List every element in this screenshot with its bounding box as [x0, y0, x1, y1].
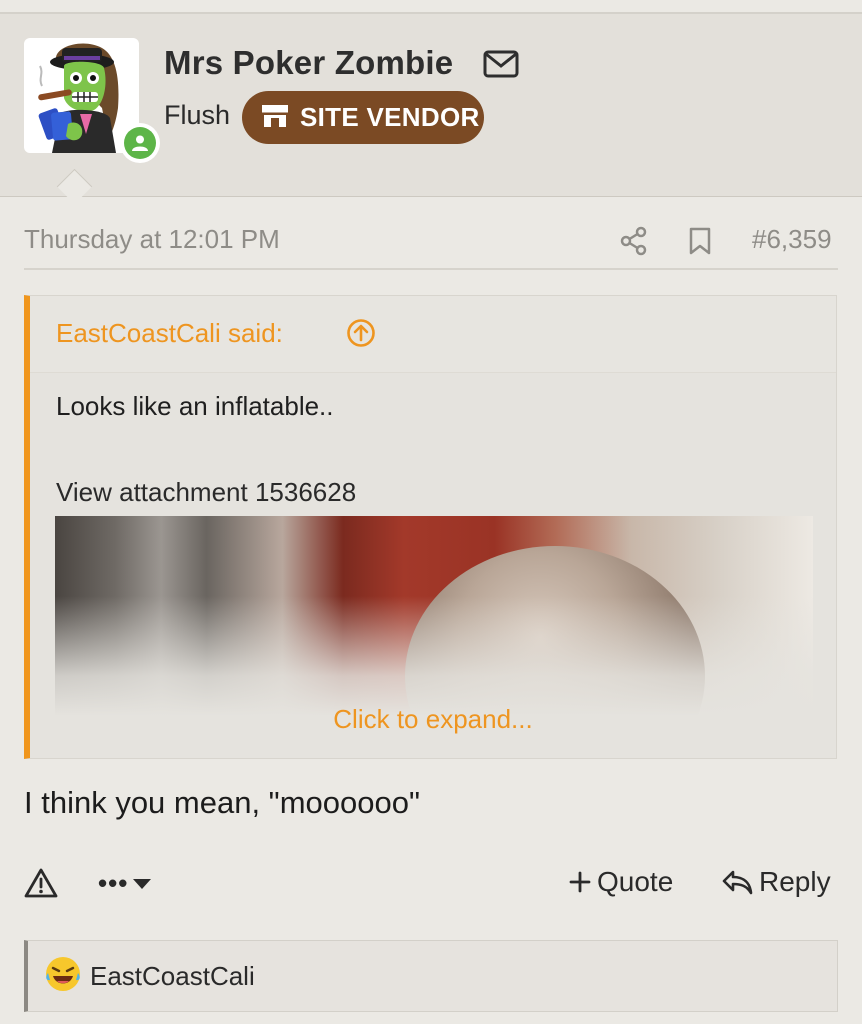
- reply-label: Reply: [759, 866, 831, 897]
- quote-block: EastCoastCali said: Looks like an inflat…: [24, 295, 837, 759]
- quote-author-link[interactable]: EastCoastCali said:: [56, 318, 283, 349]
- meta-divider: [24, 268, 838, 270]
- site-vendor-badge: SITE VENDOR: [242, 91, 484, 144]
- warning-triangle-icon[interactable]: [24, 867, 58, 904]
- badge-label: SITE VENDOR: [300, 102, 480, 132]
- bookmark-icon[interactable]: [688, 226, 712, 261]
- arrow-up-circle-icon[interactable]: [346, 318, 376, 353]
- quote-text: Looks like an inflatable..: [56, 391, 334, 421]
- more-dots: •••: [98, 868, 129, 898]
- reply-arrow-icon: [722, 870, 753, 895]
- online-status-indicator: [120, 123, 160, 163]
- plus-icon: [569, 871, 591, 893]
- post-body-text: I think you mean, "moooooo": [24, 785, 420, 820]
- laughing-emoji-icon: [44, 955, 82, 998]
- envelope-icon[interactable]: [483, 50, 519, 83]
- username-link[interactable]: Mrs Poker Zombie: [164, 44, 453, 82]
- user-icon: [132, 135, 148, 151]
- quoted-attachment-image[interactable]: [55, 516, 813, 716]
- quote-header: EastCoastCali said:: [30, 296, 836, 373]
- attachment-link[interactable]: View attachment 1536628: [56, 477, 356, 508]
- share-icon[interactable]: [620, 226, 648, 261]
- user-title: Flush: [164, 100, 231, 130]
- quote-label: Quote: [597, 866, 674, 897]
- reaction-user[interactable]: EastCoastCali: [90, 961, 255, 992]
- avatar[interactable]: [24, 38, 160, 163]
- post-number-link[interactable]: #6,359: [752, 224, 832, 255]
- quote-button[interactable]: Quote: [569, 866, 673, 898]
- caret-down-icon: [133, 878, 152, 889]
- reactions-bar[interactable]: EastCoastCali: [24, 940, 838, 1012]
- post-timestamp[interactable]: Thursday at 12:01 PM: [24, 224, 280, 255]
- click-to-expand-link[interactable]: Click to expand...: [30, 704, 836, 735]
- more-options-button[interactable]: •••: [98, 868, 152, 899]
- storefront-icon: [260, 101, 290, 134]
- reply-button[interactable]: Reply: [721, 866, 831, 898]
